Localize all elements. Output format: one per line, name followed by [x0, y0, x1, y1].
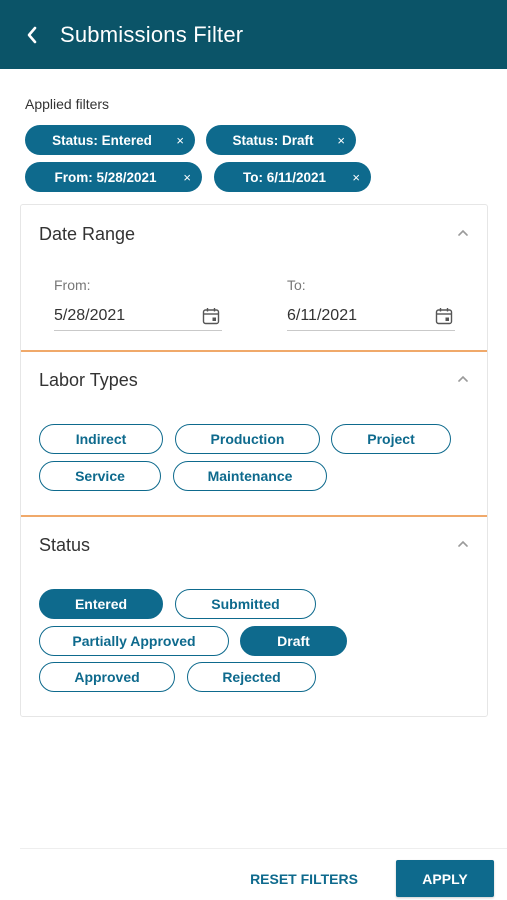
close-icon[interactable]: ×	[176, 125, 184, 155]
app-header: Submissions Filter	[0, 0, 507, 69]
to-label: To:	[287, 277, 306, 293]
from-label: From:	[54, 277, 91, 293]
to-date-field[interactable]: 6/11/2021	[287, 301, 455, 331]
section-divider	[21, 350, 487, 352]
status-entered[interactable]: Entered	[39, 589, 163, 619]
chip-label: From: 5/28/2021	[54, 169, 157, 185]
date-range-title: Date Range	[39, 224, 136, 244]
status-title: Status	[39, 535, 91, 555]
chip-label: To: 6/11/2021	[242, 169, 327, 185]
filter-panel: Date Range From: 5/28/2021 To: 6/11/2021…	[20, 204, 488, 717]
section-divider	[21, 515, 487, 517]
labor-types-title: Labor Types	[39, 370, 138, 390]
chip-label: Status: Draft	[232, 132, 314, 148]
footer-divider	[20, 848, 507, 849]
chevron-up-icon[interactable]	[457, 538, 469, 550]
to-date-value: 6/11/2021	[287, 306, 357, 324]
labor-type-maintenance[interactable]: Maintenance	[173, 461, 327, 491]
labor-type-project[interactable]: Project	[331, 424, 451, 454]
from-date-field[interactable]: 5/28/2021	[54, 301, 222, 331]
close-icon[interactable]: ×	[337, 125, 345, 155]
applied-chip-status-draft[interactable]: Status: Draft ×	[206, 125, 356, 155]
apply-button[interactable]: APPLY	[396, 860, 494, 897]
chevron-left-icon	[27, 26, 37, 43]
reset-filters-button[interactable]: RESET FILTERS	[246, 862, 362, 896]
chevron-up-icon[interactable]	[457, 227, 469, 239]
applied-chip-to-date[interactable]: To: 6/11/2021 ×	[214, 162, 371, 192]
labor-type-service[interactable]: Service	[39, 461, 161, 491]
status-submitted[interactable]: Submitted	[175, 589, 316, 619]
close-icon[interactable]: ×	[183, 162, 191, 192]
status-approved[interactable]: Approved	[39, 662, 175, 692]
labor-type-production[interactable]: Production	[175, 424, 320, 454]
chip-label: Status: Entered	[52, 132, 152, 148]
status-draft[interactable]: Draft	[240, 626, 347, 656]
from-date-value: 5/28/2021	[54, 306, 126, 324]
calendar-icon[interactable]	[435, 307, 453, 325]
applied-chip-status-entered[interactable]: Status: Entered ×	[25, 125, 195, 155]
applied-chip-from-date[interactable]: From: 5/28/2021 ×	[25, 162, 202, 192]
status-rejected[interactable]: Rejected	[187, 662, 316, 692]
calendar-icon[interactable]	[202, 307, 220, 325]
status-partially-approved[interactable]: Partially Approved	[39, 626, 229, 656]
chevron-up-icon[interactable]	[457, 373, 469, 385]
labor-type-indirect[interactable]: Indirect	[39, 424, 163, 454]
applied-filters-label: Applied filters	[25, 96, 110, 112]
close-icon[interactable]: ×	[352, 162, 360, 192]
back-button[interactable]	[22, 25, 42, 45]
page-title: Submissions Filter	[60, 21, 244, 47]
